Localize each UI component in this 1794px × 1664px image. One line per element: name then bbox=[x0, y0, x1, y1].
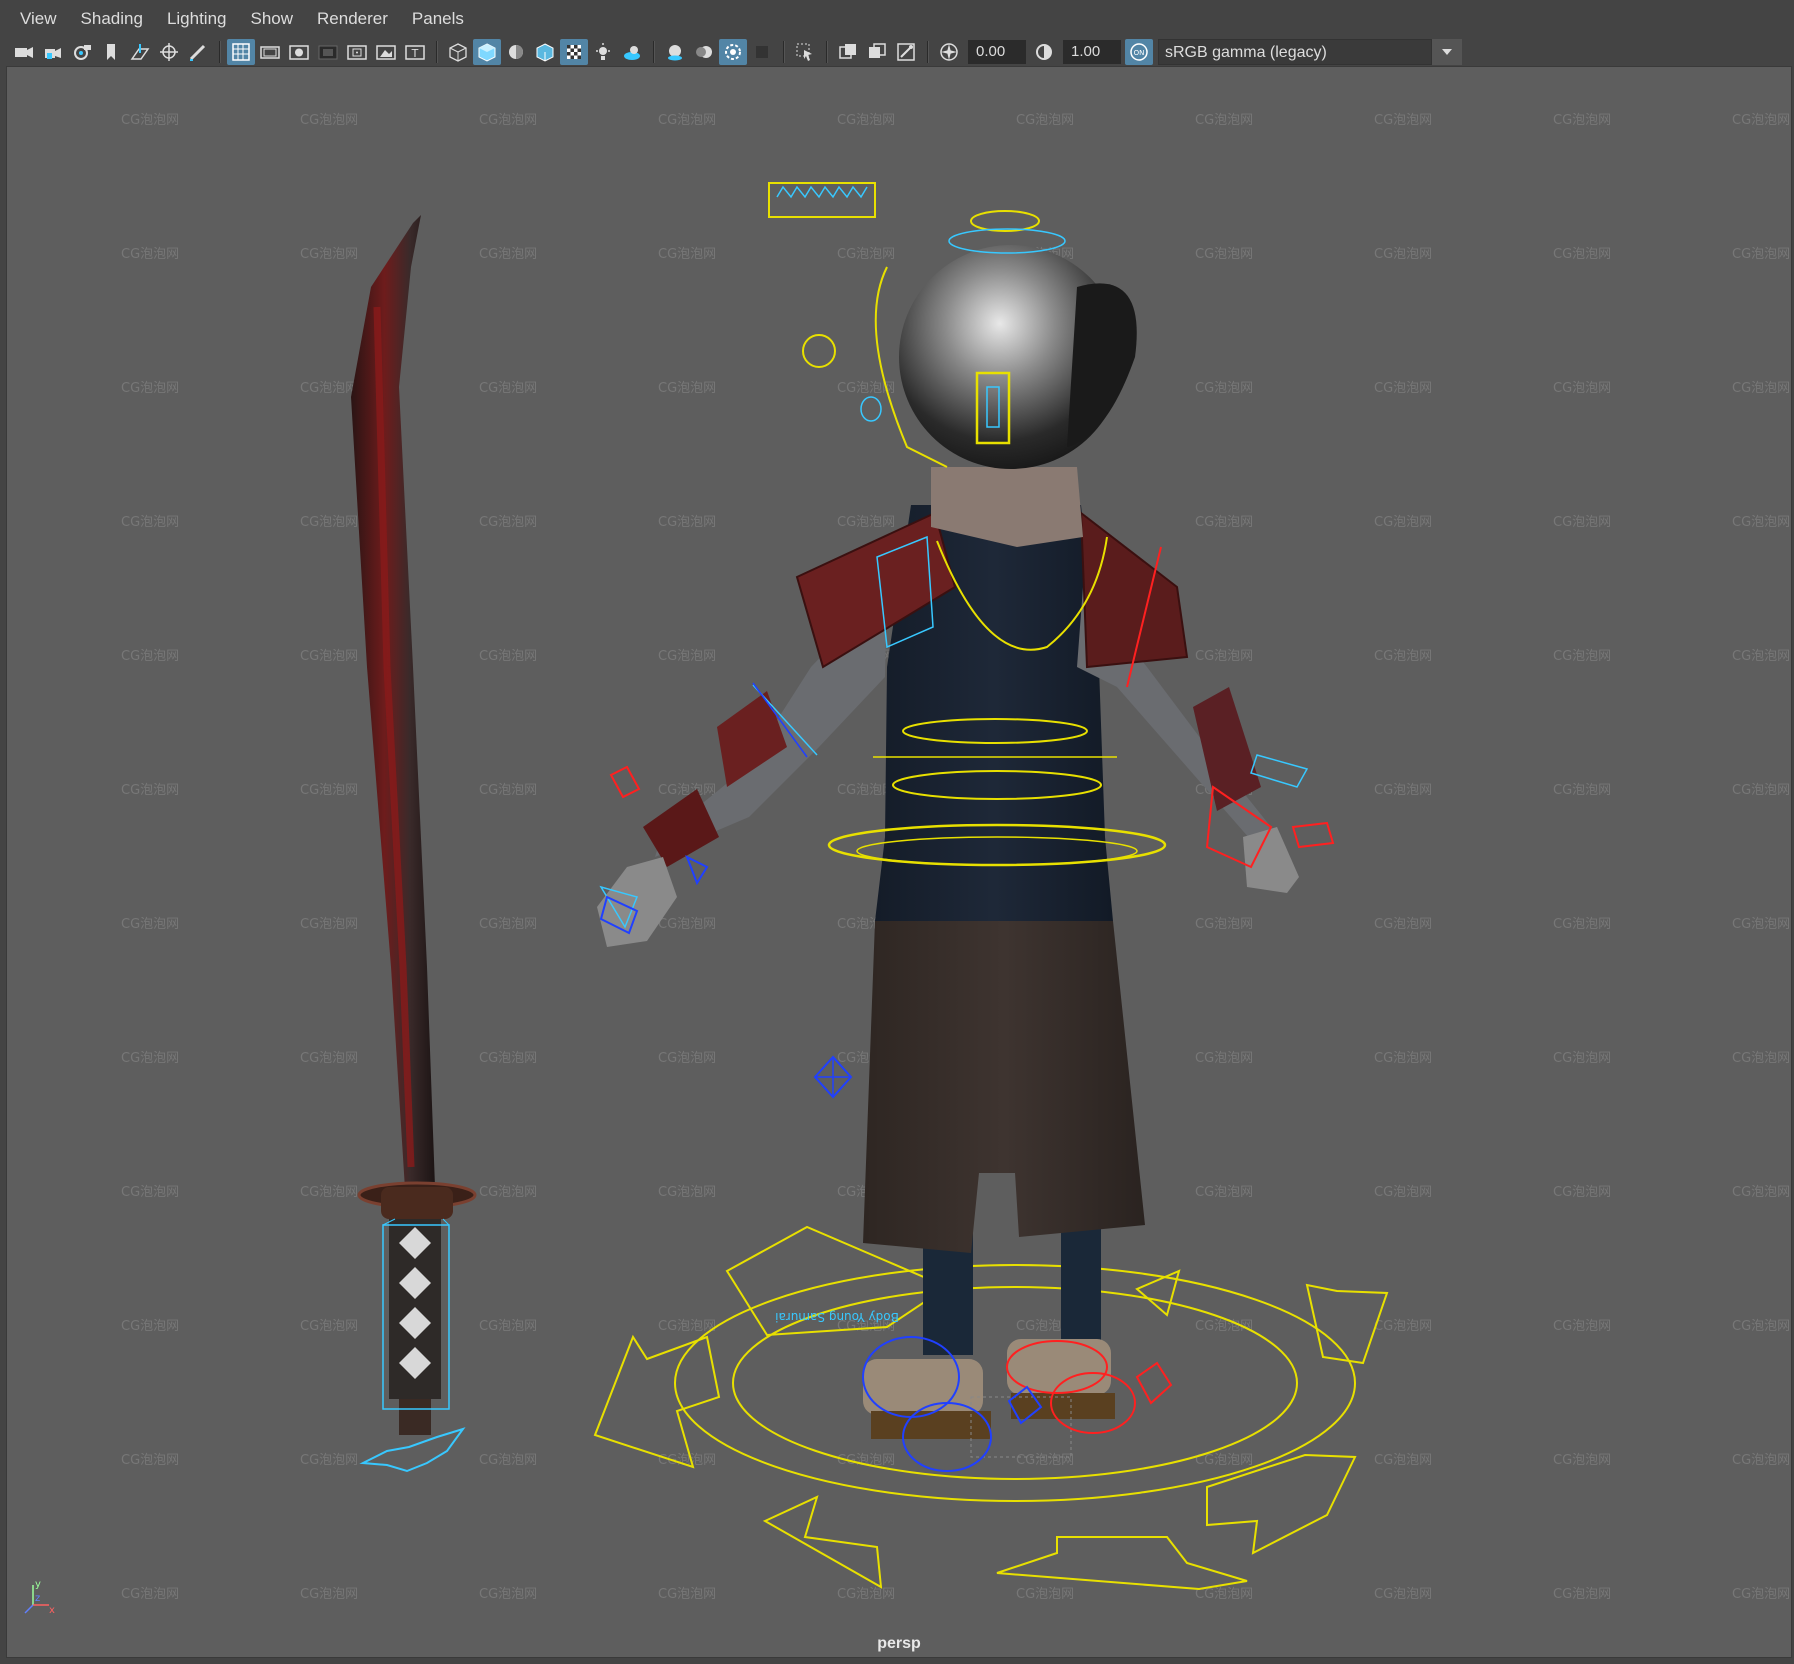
toolbar-separator bbox=[826, 41, 828, 63]
wireframe-on-shaded-icon[interactable] bbox=[531, 39, 559, 65]
color-management-badge: ON bbox=[1134, 49, 1145, 57]
color-management-toggle[interactable]: ON bbox=[1125, 39, 1153, 65]
shadows-icon[interactable] bbox=[618, 39, 646, 65]
panel-menu-bar: View Shading Lighting Show Renderer Pane… bbox=[0, 0, 1794, 38]
motion-blur-icon[interactable] bbox=[690, 39, 718, 65]
menu-view[interactable]: View bbox=[8, 0, 69, 38]
toolbar-separator bbox=[219, 41, 221, 63]
resolution-gate-icon[interactable] bbox=[285, 39, 313, 65]
gate-mask-icon[interactable] bbox=[314, 39, 342, 65]
root-control[interactable]: Body Young Samurai bbox=[593, 1225, 1389, 1591]
ground-label: Body Young Samurai bbox=[775, 1310, 899, 1324]
xray-active-components-icon[interactable] bbox=[863, 39, 891, 65]
samurai-character-model[interactable] bbox=[597, 245, 1299, 1458]
axis-x-label: x bbox=[49, 1605, 55, 1616]
xray-joints-icon[interactable] bbox=[892, 39, 920, 65]
bookmark-icon[interactable] bbox=[97, 39, 125, 65]
grid-icon[interactable] bbox=[227, 39, 255, 65]
screen-space-ao-icon[interactable] bbox=[661, 39, 689, 65]
chevron-down-icon[interactable] bbox=[1432, 39, 1462, 65]
view-transform-select[interactable]: sRGB gamma (legacy) bbox=[1158, 39, 1432, 65]
2d-pan-zoom-icon[interactable] bbox=[155, 39, 183, 65]
lock-camera-icon[interactable] bbox=[39, 39, 67, 65]
camera-name-label: persp bbox=[877, 1635, 921, 1652]
toolbar-separator bbox=[927, 41, 929, 63]
axis-y-label: y bbox=[35, 1579, 41, 1590]
katana-model[interactable] bbox=[351, 215, 477, 1473]
grease-pencil-icon[interactable] bbox=[184, 39, 212, 65]
use-all-lights-icon[interactable] bbox=[589, 39, 617, 65]
safe-title-icon[interactable]: T bbox=[401, 39, 429, 65]
xray-icon[interactable] bbox=[834, 39, 862, 65]
scene-render: Body Young Samurai bbox=[351, 182, 1389, 1591]
exposure-icon[interactable] bbox=[935, 39, 963, 65]
view-axis-icon: y x z bbox=[24, 1579, 55, 1616]
textured-icon[interactable] bbox=[560, 39, 588, 65]
film-gate-icon[interactable] bbox=[256, 39, 284, 65]
toolbar-separator bbox=[783, 41, 785, 63]
svg-text:T: T bbox=[411, 47, 419, 60]
axis-z-label: z bbox=[35, 1593, 40, 1604]
image-plane-icon[interactable] bbox=[126, 39, 154, 65]
menu-renderer[interactable]: Renderer bbox=[305, 0, 400, 38]
menu-shading[interactable]: Shading bbox=[69, 0, 155, 38]
menu-panels[interactable]: Panels bbox=[400, 0, 476, 38]
depth-of-field-icon[interactable] bbox=[748, 39, 776, 65]
field-chart-icon[interactable] bbox=[343, 39, 371, 65]
safe-action-icon[interactable] bbox=[372, 39, 400, 65]
menu-lighting[interactable]: Lighting bbox=[155, 0, 239, 38]
isolate-select-icon[interactable] bbox=[791, 39, 819, 65]
exposure-field[interactable]: 0.00 bbox=[968, 40, 1026, 64]
gamma-field[interactable]: 1.00 bbox=[1063, 40, 1121, 64]
multisample-aa-icon[interactable] bbox=[719, 39, 747, 65]
smooth-shade-icon[interactable] bbox=[473, 39, 501, 65]
use-default-material-icon[interactable] bbox=[502, 39, 530, 65]
gamma-icon[interactable] bbox=[1030, 39, 1058, 65]
menu-show[interactable]: Show bbox=[239, 0, 306, 38]
panel-toolbar: T 0.00 1.00 ON sRGB gamma (legacy) bbox=[0, 38, 1794, 66]
3d-viewport[interactable]: CG泡泡网 CG泡泡网 CG泡泡网 CG泡泡网 CG泡泡网 CG泡泡网 CG泡泡网 CG泡泡网… bbox=[6, 66, 1792, 1658]
select-camera-icon[interactable] bbox=[10, 39, 38, 65]
toolbar-separator bbox=[436, 41, 438, 63]
toolbar-separator bbox=[653, 41, 655, 63]
maya-viewport-window: View Shading Lighting Show Renderer Pane… bbox=[0, 0, 1794, 1664]
wireframe-icon[interactable] bbox=[444, 39, 472, 65]
camera-attributes-icon[interactable] bbox=[68, 39, 96, 65]
